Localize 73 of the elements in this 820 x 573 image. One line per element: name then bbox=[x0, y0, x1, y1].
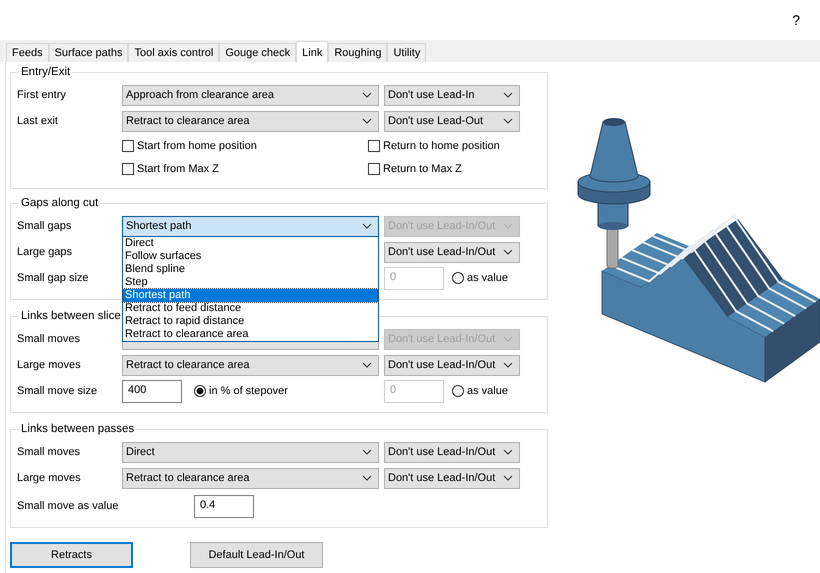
group-title: Gaps along cut bbox=[20, 197, 100, 209]
chevron-icon bbox=[362, 362, 372, 368]
dropdown-option[interactable]: Retract to rapid distance bbox=[123, 314, 378, 328]
chevron-icon bbox=[503, 249, 513, 255]
field-label: Last exit bbox=[17, 115, 59, 127]
checkbox[interactable] bbox=[368, 140, 380, 152]
dropdown-option[interactable]: Blend spline bbox=[123, 262, 378, 276]
checkbox[interactable] bbox=[122, 163, 134, 175]
input-field[interactable]: 0.4 bbox=[194, 494, 254, 518]
dropdown[interactable]: Don't use Lead-In bbox=[384, 84, 520, 106]
dropdown-option[interactable]: Shortest path bbox=[123, 288, 378, 302]
field-label: Small moves bbox=[17, 446, 81, 458]
chevron-icon bbox=[503, 118, 513, 124]
field-label: Large moves bbox=[17, 472, 82, 484]
group-title: Links between passes bbox=[20, 423, 136, 435]
field-label: First entry bbox=[17, 89, 67, 101]
group-title: Links between slice bbox=[20, 310, 122, 322]
chevron-icon bbox=[362, 449, 372, 455]
dropdown-option[interactable]: Retract to clearance area bbox=[123, 328, 378, 340]
chevron-icon bbox=[362, 118, 372, 124]
tab[interactable]: Surface paths bbox=[48, 43, 128, 62]
dropdown[interactable]: Don't use Lead-In/Out bbox=[384, 242, 520, 262]
chevron-icon bbox=[503, 223, 513, 229]
dropdown[interactable]: Retract to clearance area bbox=[122, 110, 379, 132]
push-button[interactable]: Retracts bbox=[10, 542, 133, 568]
field-label: Large gaps bbox=[17, 246, 74, 258]
dropdown-option[interactable]: Follow surfaces bbox=[123, 250, 378, 262]
checkbox-label: Start from home position bbox=[137, 140, 257, 152]
dropdown[interactable]: Approach from clearance area bbox=[122, 84, 379, 106]
tab[interactable]: Gouge check bbox=[219, 43, 296, 62]
chevron-icon bbox=[503, 475, 513, 481]
checkbox-label: Return to home position bbox=[383, 140, 500, 152]
chevron-icon bbox=[503, 336, 513, 342]
field-label: Small moves bbox=[17, 333, 81, 345]
checkbox[interactable] bbox=[368, 163, 380, 175]
radio-label: in % of stepover bbox=[209, 385, 288, 397]
tab[interactable]: Feeds bbox=[6, 43, 49, 62]
dropdown[interactable]: Retract to clearance area bbox=[122, 468, 379, 488]
chevron-icon bbox=[362, 475, 372, 481]
dropdown[interactable]: Direct bbox=[122, 442, 379, 462]
chevron-icon bbox=[503, 362, 513, 368]
radio-label: as value bbox=[467, 385, 508, 397]
help-button[interactable]: ? bbox=[792, 12, 800, 28]
tab[interactable]: Tool axis control bbox=[128, 43, 220, 62]
dropdown[interactable]: Don't use Lead-In/Out bbox=[384, 442, 520, 462]
dropdown[interactable]: Don't use Lead-In/Out bbox=[384, 468, 520, 488]
input-field[interactable]: 400 bbox=[122, 380, 182, 402]
field-label: Small gaps bbox=[17, 220, 72, 232]
chevron-icon bbox=[503, 92, 513, 98]
dropdown[interactable]: Retract to clearance area bbox=[122, 354, 379, 376]
radio-button[interactable] bbox=[194, 385, 206, 397]
tab[interactable]: Link bbox=[296, 41, 328, 63]
dropdown[interactable]: Shortest path bbox=[122, 216, 379, 236]
chevron-icon bbox=[362, 223, 372, 229]
checkbox-label: Return to Max Z bbox=[383, 163, 462, 175]
radio-label: as value bbox=[467, 272, 508, 284]
dropdown-option[interactable]: Retract to feed distance bbox=[123, 302, 378, 314]
field-label: Large moves bbox=[17, 359, 82, 371]
dropdown-option[interactable]: Step bbox=[123, 276, 378, 288]
checkbox[interactable] bbox=[122, 140, 134, 152]
field-label: Small move as value bbox=[17, 500, 120, 512]
checkbox-label: Start from Max Z bbox=[137, 163, 219, 175]
dropdown[interactable]: Don't use Lead-In/Out bbox=[384, 354, 520, 376]
field-label: Small gap size bbox=[17, 272, 90, 284]
dropdown[interactable]: Don't use Lead-Out bbox=[384, 110, 520, 132]
tab[interactable]: Roughing bbox=[328, 43, 388, 62]
chevron-icon bbox=[362, 92, 372, 98]
group-title: Entry/Exit bbox=[20, 66, 72, 78]
field-label: Small move size bbox=[17, 385, 98, 397]
chevron-icon bbox=[503, 449, 513, 455]
tab[interactable]: Utility bbox=[387, 43, 426, 62]
push-button[interactable]: Default Lead-In/Out bbox=[190, 542, 323, 568]
dropdown-option[interactable]: Direct bbox=[123, 236, 378, 250]
